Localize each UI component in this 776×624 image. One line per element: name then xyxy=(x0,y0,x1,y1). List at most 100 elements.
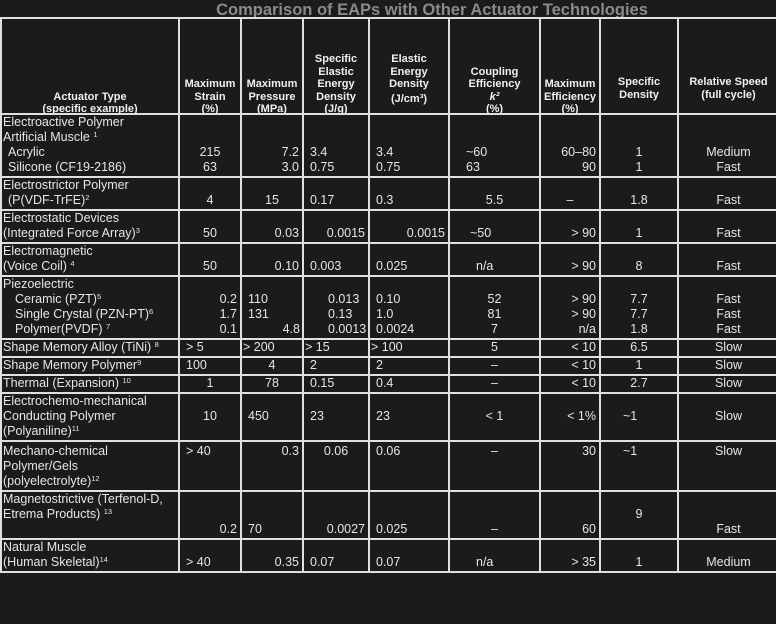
max-efficiency: > 90 > 90 n/a xyxy=(539,275,601,340)
specific-elastic-energy-density: 0.0027 xyxy=(302,490,370,540)
elastic-energy-density: 0.07 xyxy=(368,538,450,573)
elastic-energy-density: 0.025 xyxy=(368,490,450,540)
actuator-comparison-table: Actuator Type (specific example) Maximum S… xyxy=(0,17,776,573)
specific-elastic-energy-density: 0.003 xyxy=(302,242,370,277)
max-strain: 1 xyxy=(178,374,242,394)
specific-density: ~1 xyxy=(599,440,679,492)
coupling-efficiency: 5 xyxy=(448,338,541,358)
relative-speed: Fast xyxy=(677,209,776,244)
elastic-energy-density: 0.4 xyxy=(368,374,450,394)
relative-speed: Slow xyxy=(677,374,776,394)
max-efficiency: < 10 xyxy=(539,374,601,394)
specific-density: 1 xyxy=(599,356,679,376)
max-pressure: > 200 xyxy=(240,338,304,358)
header-max-pressure: Maximum Pressure (MPa) xyxy=(240,17,304,115)
elastic-energy-density: 0.0015 xyxy=(368,209,450,244)
max-strain: 0.2 xyxy=(178,490,242,540)
max-efficiency: > 90 xyxy=(539,242,601,277)
specific-density: 9 xyxy=(599,490,679,540)
max-efficiency: < 1% xyxy=(539,392,601,442)
max-pressure: 70 xyxy=(240,490,304,540)
actuator-name: Magnetostrictive (Terfenol-D, Etrema Prod… xyxy=(0,490,180,540)
max-efficiency: – xyxy=(539,176,601,211)
max-strain: 50 xyxy=(178,209,242,244)
coupling-efficiency: 52 81 7 xyxy=(448,275,541,340)
specific-elastic-energy-density: 23 xyxy=(302,392,370,442)
table-row: Electromagnetic (Voice Coil) 4 50 0.10 0.… xyxy=(0,242,776,277)
specific-elastic-energy-density: 0.17 xyxy=(302,176,370,211)
header-specific-elastic-energy-density: Specific Elastic Energy Density (J/g) xyxy=(302,17,370,115)
relative-speed: Slow xyxy=(677,392,776,442)
header-elastic-energy-density: Elastic Energy Density (J/cm³) xyxy=(368,17,450,115)
table-row: Mechano-chemical Polymer/Gels (polyelectro… xyxy=(0,440,776,492)
specific-density: 11 xyxy=(599,113,679,178)
specific-density: 6.5 xyxy=(599,338,679,358)
elastic-energy-density: 0.06 xyxy=(368,440,450,492)
table-row: Electrostatic Devices (Integrated Force A… xyxy=(0,209,776,244)
specific-elastic-energy-density: 0.0015 xyxy=(302,209,370,244)
max-strain: > 40 xyxy=(178,440,242,492)
specific-density: 1 xyxy=(599,209,679,244)
table-row: Thermal (Expansion) 10 1 78 0.15 0.4 – <… xyxy=(0,374,776,394)
elastic-energy-density: 0.10 1.0 0.0024 xyxy=(368,275,450,340)
elastic-energy-density: 0.3 xyxy=(368,176,450,211)
relative-speed: Slow xyxy=(677,338,776,358)
max-strain: 4 xyxy=(178,176,242,211)
max-strain: 50 xyxy=(178,242,242,277)
elastic-energy-density: 2 xyxy=(368,356,450,376)
coupling-efficiency: ~60 63 xyxy=(448,113,541,178)
specific-density: 7.7 7.7 1.8 xyxy=(599,275,679,340)
actuator-name: Electromagnetic (Voice Coil) 4 xyxy=(0,242,180,277)
specific-elastic-energy-density: 3.4 0.75 xyxy=(302,113,370,178)
elastic-energy-density: 0.025 xyxy=(368,242,450,277)
coupling-efficiency: ~50 xyxy=(448,209,541,244)
header-row: Actuator Type (specific example) Maximum S… xyxy=(0,17,776,115)
table-row: Electroactive Polymer Artificial Muscle … xyxy=(0,113,776,178)
max-pressure: 0.3 xyxy=(240,440,304,492)
actuator-name: Shape Memory Alloy (TiNi) 8 xyxy=(0,338,180,358)
max-efficiency: < 10 xyxy=(539,338,601,358)
header-actuator-type: Actuator Type (specific example) xyxy=(0,17,180,115)
max-strain: 100 xyxy=(178,356,242,376)
coupling-efficiency: n/a xyxy=(448,538,541,573)
max-pressure: 0.35 xyxy=(240,538,304,573)
max-strain: > 40 xyxy=(178,538,242,573)
relative-speed: Fast xyxy=(677,490,776,540)
max-strain: 215 63 xyxy=(178,113,242,178)
coupling-efficiency: < 1 xyxy=(448,392,541,442)
relative-speed: Medium xyxy=(677,538,776,573)
table-row: Electrostrictor Polymer (P(VDF-TrFE)2 4 1… xyxy=(0,176,776,211)
specific-elastic-energy-density: 0.07 xyxy=(302,538,370,573)
specific-elastic-energy-density: 0.013 0.13 0.0013 xyxy=(302,275,370,340)
max-efficiency: 60 xyxy=(539,490,601,540)
header-relative-speed: Relative Speed (full cycle) xyxy=(677,17,776,115)
actuator-name: Piezoelectric Ceramic (PZT)5 Single Crys… xyxy=(0,275,180,340)
header-coupling-efficiency: Coupling Efficiency k² (%) xyxy=(448,17,541,115)
max-pressure: 7.2 3.0 xyxy=(240,113,304,178)
max-efficiency: 60–80 90 xyxy=(539,113,601,178)
actuator-name: Natural Muscle (Human Skeletal)14 xyxy=(0,538,180,573)
elastic-energy-density: 3.4 0.75 xyxy=(368,113,450,178)
max-efficiency: > 90 xyxy=(539,209,601,244)
elastic-energy-density: 23 xyxy=(368,392,450,442)
relative-speed: Slow xyxy=(677,440,776,492)
coupling-efficiency: – xyxy=(448,440,541,492)
max-efficiency: > 35 xyxy=(539,538,601,573)
specific-density: 2.7 xyxy=(599,374,679,394)
relative-speed: Fast xyxy=(677,176,776,211)
max-pressure: 450 xyxy=(240,392,304,442)
specific-density: 1 xyxy=(599,538,679,573)
actuator-name: Electrochemo-mechanical Conducting Polyme… xyxy=(0,392,180,442)
table-row: Electrochemo-mechanical Conducting Polyme… xyxy=(0,392,776,442)
relative-speed: Slow xyxy=(677,356,776,376)
specific-elastic-energy-density: 2 xyxy=(302,356,370,376)
relative-speed: Fast Fast Fast xyxy=(677,275,776,340)
table-row: Natural Muscle (Human Skeletal)14 > 40 0.… xyxy=(0,538,776,573)
max-pressure: 0.10 xyxy=(240,242,304,277)
table-title: Comparison of EAPs with Other Actuator T… xyxy=(216,1,648,19)
max-efficiency: < 10 xyxy=(539,356,601,376)
coupling-efficiency: – xyxy=(448,356,541,376)
table-row: Piezoelectric Ceramic (PZT)5 Single Crys… xyxy=(0,275,776,340)
specific-elastic-energy-density: 0.15 xyxy=(302,374,370,394)
actuator-name: Electrostatic Devices (Integrated Force A… xyxy=(0,209,180,244)
